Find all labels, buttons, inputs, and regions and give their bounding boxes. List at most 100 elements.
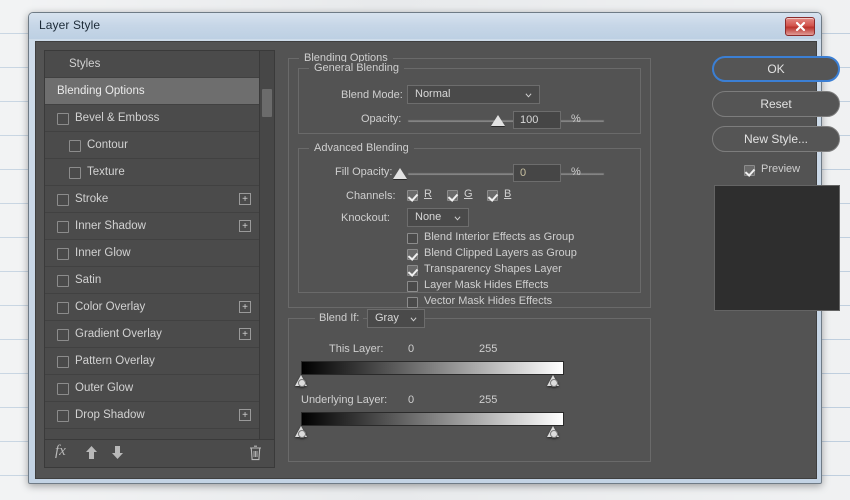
option-label: Transparency Shapes Layer	[424, 263, 562, 275]
opacity-input[interactable]: 100	[513, 111, 561, 129]
preview-label: Preview	[761, 163, 801, 175]
chevron-down-icon	[454, 216, 461, 221]
style-item-contour[interactable]: Contour	[45, 132, 259, 159]
style-checkbox[interactable]	[57, 383, 69, 395]
channels-label: Channels:	[346, 190, 396, 202]
advanced-blending-legend: Advanced Blending	[309, 142, 414, 154]
close-button[interactable]	[785, 17, 815, 36]
style-checkbox[interactable]	[57, 302, 69, 314]
style-checkbox[interactable]	[57, 356, 69, 368]
blend-if-group: Blend If: Gray This Layer: 0 255 Underly…	[288, 309, 651, 462]
option-checkbox[interactable]	[407, 249, 418, 260]
add-effect-icon[interactable]: +	[239, 328, 251, 340]
fill-opacity-label: Fill Opacity:	[335, 166, 393, 178]
this-layer-label: This Layer:	[329, 343, 384, 355]
channel-r-checkbox[interactable]	[407, 190, 418, 201]
style-checkbox[interactable]	[69, 167, 81, 179]
option-label: Blend Clipped Layers as Group	[424, 247, 577, 259]
chevron-down-icon	[410, 317, 417, 322]
preview-checkbox[interactable]	[744, 165, 755, 176]
style-checkbox[interactable]	[57, 221, 69, 233]
arrow-up-icon[interactable]	[85, 445, 98, 463]
option-label: Layer Mask Hides Effects	[424, 279, 549, 291]
general-blending-legend: General Blending	[309, 62, 405, 74]
styles-list-scrollbar[interactable]	[259, 50, 275, 440]
add-effect-icon[interactable]: +	[239, 220, 251, 232]
option-checkbox[interactable]	[407, 297, 418, 308]
underlying-layer-max: 255	[479, 394, 498, 406]
underlying-layer-white-slider[interactable]	[547, 426, 559, 438]
underlying-layer-gradient[interactable]	[301, 412, 564, 426]
style-item-texture[interactable]: Texture	[45, 159, 259, 186]
this-layer-gradient[interactable]	[301, 361, 564, 375]
opacity-label: Opacity:	[361, 113, 402, 125]
style-item-outer-glow[interactable]: Outer Glow	[45, 375, 259, 402]
option-label: Blend Interior Effects as Group	[424, 231, 575, 243]
style-checkbox[interactable]	[57, 113, 69, 125]
scrollbar-thumb[interactable]	[262, 89, 272, 117]
advanced-blending-group: Advanced Blending Fill Opacity: 0 % Chan…	[298, 142, 641, 308]
blend-mode-select[interactable]: Normal	[407, 85, 540, 104]
style-checkbox[interactable]	[69, 140, 81, 152]
blend-if-channel-select[interactable]: Gray	[367, 309, 425, 328]
option-checkbox[interactable]	[407, 281, 418, 292]
fx-icon[interactable]: fx	[55, 443, 66, 460]
preview-thumbnail	[714, 185, 840, 311]
channel-g-label: G	[464, 188, 473, 200]
this-layer-white-slider[interactable]	[547, 375, 559, 387]
reset-button[interactable]: Reset	[712, 91, 840, 117]
styles-list[interactable]: Styles Blending Options Bevel & Emboss C…	[44, 50, 259, 440]
knockout-label: Knockout:	[341, 212, 390, 224]
blend-mode-value: Normal	[415, 88, 451, 100]
style-item-label: Texture	[87, 166, 125, 178]
ok-button[interactable]: OK	[712, 56, 840, 82]
add-effect-icon[interactable]: +	[239, 193, 251, 205]
channel-b-label: B	[504, 188, 512, 200]
style-item-satin[interactable]: Satin	[45, 267, 259, 294]
dialog-titlebar[interactable]: Layer Style	[29, 13, 821, 39]
close-x-icon	[795, 21, 805, 32]
style-item-bevel-emboss[interactable]: Bevel & Emboss	[45, 105, 259, 132]
option-checkbox[interactable]	[407, 265, 418, 276]
actions-column: OK Reset New Style... Preview	[696, 50, 840, 470]
style-item-inner-glow[interactable]: Inner Glow	[45, 240, 259, 267]
add-effect-icon[interactable]: +	[239, 301, 251, 313]
style-item-blending-options[interactable]: Blending Options	[45, 78, 259, 105]
style-item-inner-shadow[interactable]: Inner Shadow +	[45, 213, 259, 240]
style-checkbox[interactable]	[57, 194, 69, 206]
option-checkbox[interactable]	[407, 233, 418, 244]
blend-if-channel-value: Gray	[375, 312, 399, 324]
style-item-label: Stroke	[75, 193, 109, 205]
chevron-down-icon	[525, 93, 532, 98]
style-item-gradient-overlay[interactable]: Gradient Overlay +	[45, 321, 259, 348]
style-checkbox[interactable]	[57, 410, 69, 422]
this-layer-min: 0	[408, 343, 415, 355]
knockout-value: None	[415, 211, 442, 223]
add-effect-icon[interactable]: +	[239, 409, 251, 421]
this-layer-black-slider[interactable]	[295, 375, 307, 387]
fill-opacity-input[interactable]: 0	[513, 164, 561, 182]
opacity-slider-thumb[interactable]	[491, 115, 505, 126]
fill-opacity-slider-thumb[interactable]	[393, 168, 407, 179]
arrow-down-icon[interactable]	[111, 445, 124, 463]
knockout-select[interactable]: None	[407, 208, 469, 227]
option-label: Vector Mask Hides Effects	[424, 295, 553, 307]
underlying-layer-label: Underlying Layer:	[301, 394, 388, 406]
style-item-stroke[interactable]: Stroke +	[45, 186, 259, 213]
trash-icon[interactable]	[249, 445, 262, 464]
underlying-layer-black-slider[interactable]	[295, 426, 307, 438]
channel-r-label: R	[424, 188, 432, 200]
style-checkbox[interactable]	[57, 248, 69, 260]
channel-g-checkbox[interactable]	[447, 190, 458, 201]
new-style-button[interactable]: New Style...	[712, 126, 840, 152]
layer-style-dialog: Layer Style Styles Blending Options Beve…	[28, 12, 840, 484]
styles-column: Styles Blending Options Bevel & Emboss C…	[44, 50, 276, 470]
blend-if-label: Blend If:	[315, 312, 364, 324]
style-checkbox[interactable]	[57, 275, 69, 287]
style-item-color-overlay[interactable]: Color Overlay +	[45, 294, 259, 321]
style-item-drop-shadow[interactable]: Drop Shadow +	[45, 402, 259, 429]
style-checkbox[interactable]	[57, 329, 69, 341]
style-item-pattern-overlay[interactable]: Pattern Overlay	[45, 348, 259, 375]
blend-mode-label: Blend Mode:	[341, 89, 403, 101]
channel-b-checkbox[interactable]	[487, 190, 498, 201]
